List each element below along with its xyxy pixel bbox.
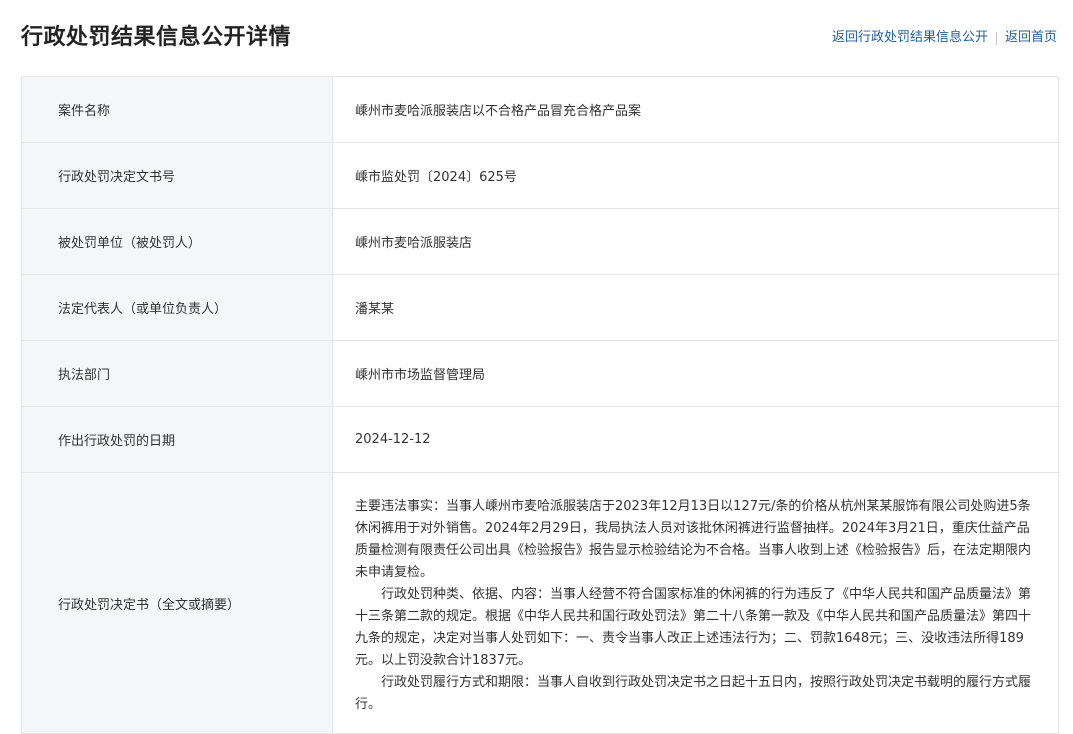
decision-document-label: 行政处罚决定书（全文或摘要） (22, 473, 333, 733)
decision-paragraph-basis: 行政处罚种类、依据、内容：当事人经营不符合国家标准的休闲裤的行为违反了《中华人民… (355, 587, 1032, 668)
decision-date-value: 2024-12-12 (355, 432, 431, 447)
penalized-party-value: 嵊州市麦哈派服装店 (355, 236, 473, 251)
back-to-list-link[interactable]: 返回行政处罚结果信息公开 (832, 28, 988, 48)
row-decision-date: 作出行政处罚的日期 2024-12-12 (22, 407, 1058, 473)
row-decision-document: 行政处罚决定书（全文或摘要） 主要违法事实：当事人嵊州市麦哈派服装店于2023年… (22, 473, 1058, 734)
page-header: 行政处罚结果信息公开详情 返回行政处罚结果信息公开 返回首页 (0, 0, 1073, 76)
decision-date-label: 作出行政处罚的日期 (22, 407, 333, 472)
decision-paragraph-fulfillment: 行政处罚履行方式和期限：当事人自收到行政处罚决定书之日起十五日内，按照行政处罚决… (355, 675, 1032, 712)
case-name-label: 案件名称 (22, 77, 333, 142)
back-to-home-link[interactable]: 返回首页 (1005, 28, 1057, 48)
legal-representative-value: 潘某某 (355, 302, 395, 317)
decision-paragraph-facts: 主要违法事实：当事人嵊州市麦哈派服装店于2023年12月13日以127元/条的价… (355, 499, 1032, 580)
penalty-detail-table: 案件名称 嵊州市麦哈派服装店以不合格产品冒充合格产品案 行政处罚决定文书号 嵊市… (21, 76, 1059, 734)
row-penalized-party: 被处罚单位（被处罚人） 嵊州市麦哈派服装店 (22, 209, 1058, 275)
penalized-party-label: 被处罚单位（被处罚人） (22, 209, 333, 274)
document-number-value: 嵊市监处罚〔2024〕625号 (355, 170, 517, 185)
top-navigation-links: 返回行政处罚结果信息公开 返回首页 (832, 28, 1057, 48)
link-divider (995, 31, 997, 45)
row-enforcement-department: 执法部门 嵊州市市场监督管理局 (22, 341, 1058, 407)
row-case-name: 案件名称 嵊州市麦哈派服装店以不合格产品冒充合格产品案 (22, 77, 1058, 143)
row-document-number: 行政处罚决定文书号 嵊市监处罚〔2024〕625号 (22, 143, 1058, 209)
document-number-label: 行政处罚决定文书号 (22, 143, 333, 208)
page-title: 行政处罚结果信息公开详情 (21, 25, 292, 50)
enforcement-department-label: 执法部门 (22, 341, 333, 406)
case-name-value: 嵊州市麦哈派服装店以不合格产品冒充合格产品案 (355, 104, 642, 119)
legal-representative-label: 法定代表人（或单位负责人） (22, 275, 333, 340)
decision-document-value: 主要违法事实：当事人嵊州市麦哈派服装店于2023年12月13日以127元/条的价… (333, 473, 1058, 733)
row-legal-representative: 法定代表人（或单位负责人） 潘某某 (22, 275, 1058, 341)
decision-document-text: 主要违法事实：当事人嵊州市麦哈派服装店于2023年12月13日以127元/条的价… (355, 496, 1034, 716)
enforcement-department-value: 嵊州市市场监督管理局 (355, 368, 486, 383)
